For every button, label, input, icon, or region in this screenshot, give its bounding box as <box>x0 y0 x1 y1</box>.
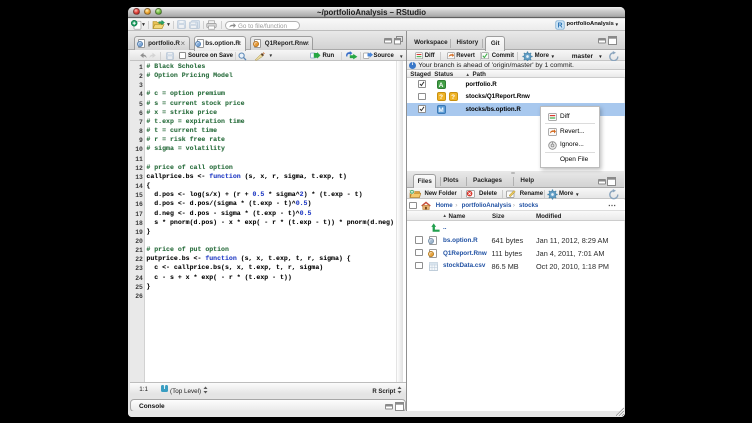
svg-text:R: R <box>557 22 562 29</box>
